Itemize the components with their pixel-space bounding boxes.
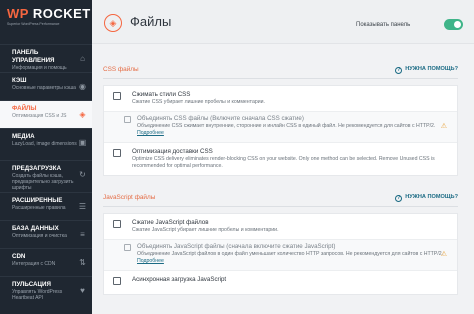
defer-js-checkbox[interactable]	[113, 277, 121, 285]
option-combine-css: Объединять CSS файлы (Включите сначала C…	[104, 111, 457, 142]
sidebar-item-media[interactable]: МЕДИА LazyLoad, image dimensions ▣	[0, 128, 92, 160]
divider	[103, 78, 458, 79]
sidebar-item-subtitle: Оптимизация CSS и JS	[12, 113, 67, 119]
option-description: Объединение CSS сжимает внутренние, стор…	[137, 123, 436, 136]
option-label: Сжимать стили CSS	[132, 91, 191, 98]
sidebar: WP ROCKET Superior WordPress Performance…	[0, 0, 92, 314]
main-content: ◈ Файлы Показывать панель CSS файлы ? НУЖ…	[92, 0, 474, 314]
logo[interactable]: WP ROCKET	[7, 7, 92, 21]
cdn-icon: ⇅	[79, 258, 86, 267]
css-section-title: CSS файлы	[103, 66, 139, 73]
settings-form: CSS файлы ? НУЖНА ПОМОЩЬ? Сжимать стили C…	[100, 52, 466, 295]
option-label: Сжатие JavaScript файлов	[132, 219, 209, 226]
sidebar-item-subtitle: Оптимизация и очистка	[12, 233, 67, 239]
js-section-title: JavaScript файлы	[103, 194, 156, 201]
brand: WP ROCKET Superior WordPress Performance	[0, 0, 92, 44]
combine-css-checkbox[interactable]	[124, 116, 131, 123]
sidebar-item-title: CDN	[12, 253, 26, 260]
sidebar-item-subtitle: Информация и помощь	[12, 65, 67, 71]
advanced-icon: ☰	[78, 202, 87, 211]
option-label: Объединять CSS файлы (Включите сначала C…	[137, 115, 304, 122]
cache-icon: ◉	[79, 82, 86, 91]
combine-js-checkbox[interactable]	[124, 244, 131, 251]
option-label: Объединять JavaScript файлы (сначала вкл…	[137, 243, 336, 250]
sidebar-item-subtitle: Управлять WordPress Heartbeat API	[12, 289, 63, 301]
sub-option: Объединять JavaScript файлы (сначала вкл…	[119, 243, 447, 265]
sidebar-item-cdn[interactable]: CDN Интеграция с CDN ⇅	[0, 248, 92, 276]
app-window: WP ROCKET Superior WordPress Performance…	[0, 0, 474, 314]
home-icon: ⌂	[80, 54, 85, 63]
toggle-knob	[454, 21, 461, 28]
sidebar-item-subtitle: LazyLoad, image dimensions	[12, 141, 77, 147]
show-panel-label: Показывать панель	[356, 22, 411, 28]
sidebar-item-title: РАСШИРЕННЫЕ	[12, 197, 63, 204]
sidebar-item-subtitle: Создать файлы кэша, предварительно загру…	[12, 173, 74, 191]
warning-icon: ⚠	[440, 123, 447, 130]
logo-tagline: Superior WordPress Performance	[7, 22, 60, 26]
help-icon: ?	[395, 67, 403, 74]
sidebar-item-title: ПУЛЬСАЦИЯ	[12, 281, 51, 288]
show-panel-toggle[interactable]	[444, 19, 463, 30]
js-help-link[interactable]: ? НУЖНА ПОМОЩЬ?	[395, 194, 458, 202]
sidebar-item-heartbeat[interactable]: ПУЛЬСАЦИЯ Управлять WordPress Heartbeat …	[0, 276, 92, 304]
sidebar-item-subtitle: Основные параметры кэша	[12, 85, 76, 91]
minify-css-checkbox[interactable]	[113, 92, 121, 100]
sidebar-item-database[interactable]: БАЗА ДАННЫХ Оптимизация и очистка ≡	[0, 220, 92, 248]
sidebar-item-subtitle: Интеграция с CDN	[12, 261, 56, 267]
more-link[interactable]: Подробнее	[137, 258, 164, 264]
sidebar-item-advanced[interactable]: РАСШИРЕННЫЕ Расширенные правила ☰	[0, 192, 92, 220]
sub-option: Объединять CSS файлы (Включите сначала C…	[119, 115, 447, 137]
js-section-header: JavaScript файлы ? НУЖНА ПОМОЩЬ?	[100, 180, 466, 207]
minify-js-checkbox[interactable]	[113, 220, 121, 228]
sidebar-item-title: КЭШ	[12, 77, 27, 84]
sidebar-item-dashboard[interactable]: ПАНЕЛЬ УПРАВЛЕНИЯ Информация и помощь ⌂	[0, 44, 92, 72]
sidebar-item-title: ПРЕДЗАГРУЗКА	[12, 165, 62, 172]
sidebar-item-title: ФАЙЛЫ	[12, 105, 37, 112]
page-header: ◈ Файлы Показывать панель	[92, 0, 474, 44]
option-label: Оптимизация доставки CSS	[132, 148, 213, 155]
css-section-header: CSS файлы ? НУЖНА ПОМОЩЬ?	[100, 52, 466, 79]
css-options-card: Сжимать стили CSS Сжатие CSS убирает лиш…	[103, 85, 458, 176]
option-defer-js: Асинхронная загрузка JavaScript	[104, 270, 457, 294]
sidebar-item-preload[interactable]: ПРЕДЗАГРУЗКА Создать файлы кэша, предвар…	[0, 160, 92, 192]
option-description: Сжатие CSS убирает лишние пробелы и комм…	[132, 99, 265, 105]
option-description: Сжатие JavaScript убирает лишние пробелы…	[132, 227, 279, 233]
heartbeat-icon: ♥	[80, 286, 85, 295]
css-help-link[interactable]: ? НУЖНА ПОМОЩЬ?	[395, 66, 458, 74]
option-description: Объединение JavaScript файлов в один фай…	[137, 251, 444, 264]
option-description: Optimize CSS delivery eliminates render-…	[132, 156, 435, 169]
sidebar-item-title: МЕДИА	[12, 133, 35, 140]
help-icon: ?	[395, 195, 403, 202]
sidebar-item-files[interactable]: ФАЙЛЫ Оптимизация CSS и JS ◈	[0, 100, 92, 128]
option-minify-css: Сжимать стили CSS Сжатие CSS убирает лиш…	[104, 86, 457, 111]
sidebar-item-title: БАЗА ДАННЫХ	[12, 225, 59, 232]
sidebar-item-subtitle: Расширенные правила	[12, 205, 66, 211]
warning-icon: ⚠	[440, 251, 447, 258]
page-title: Файлы	[130, 14, 172, 29]
option-minify-js: Сжатие JavaScript файлов Сжатие JavaScri…	[104, 214, 457, 239]
sidebar-item-cache[interactable]: КЭШ Основные параметры кэша ◉	[0, 72, 92, 100]
database-icon: ≡	[80, 230, 85, 239]
files-icon: ◈	[104, 14, 122, 32]
option-combine-js: Объединять JavaScript файлы (сначала вкл…	[104, 239, 457, 270]
media-icon: ▣	[78, 138, 87, 147]
preload-icon: ↻	[79, 170, 86, 179]
js-options-card: Сжатие JavaScript файлов Сжатие JavaScri…	[103, 213, 458, 295]
optimize-css-delivery-checkbox[interactable]	[113, 149, 121, 157]
option-label: Асинхронная загрузка JavaScript	[132, 276, 227, 283]
more-link[interactable]: Подробнее	[137, 130, 164, 136]
files-icon: ◈	[79, 110, 86, 119]
sidebar-item-title: ПАНЕЛЬ УПРАВЛЕНИЯ	[12, 49, 55, 64]
divider	[103, 206, 458, 207]
option-optimize-css-delivery: Оптимизация доставки CSS Optimize CSS de…	[104, 142, 457, 175]
